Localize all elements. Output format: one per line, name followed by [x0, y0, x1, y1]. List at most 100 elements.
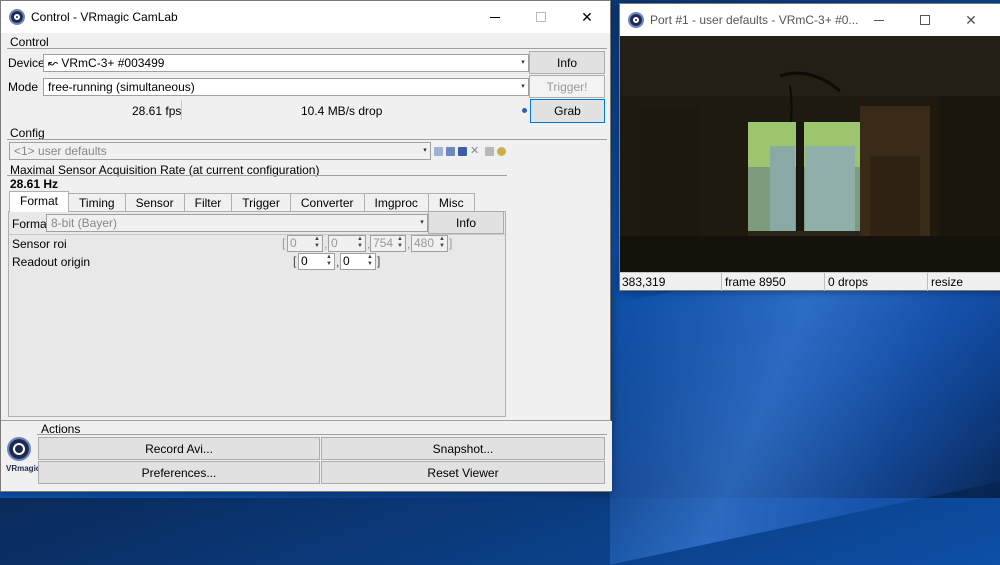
- device-info-button[interactable]: Info: [529, 51, 605, 74]
- divider: [927, 273, 928, 291]
- spin-arrows-icon: ▲ ▼: [357, 236, 363, 249]
- origin-y-value: 0: [343, 254, 350, 268]
- tab-timing[interactable]: Timing: [68, 193, 126, 212]
- rate-value: 28.61 Hz: [10, 177, 59, 191]
- origin-y-spinbox[interactable]: 0 ▲ ▼: [340, 253, 376, 270]
- edit-config-icon[interactable]: [485, 147, 494, 156]
- apply-config-icon[interactable]: [497, 147, 506, 156]
- format-value: 8-bit (Bayer): [51, 216, 118, 230]
- port-titlebar[interactable]: Port #1 - user defaults - VRmC-3+ #0... …: [620, 4, 1000, 36]
- preferences-button[interactable]: Preferences...: [38, 461, 320, 484]
- separator-comma: ,: [407, 237, 411, 251]
- mode-select[interactable]: free-running (simultaneous) ▾: [43, 78, 529, 96]
- maximize-button: [518, 1, 564, 33]
- device-value: ↜ VRmC-3+ #003499: [48, 56, 165, 70]
- tab-sensor[interactable]: Sensor: [124, 193, 185, 212]
- origin-x-value: 0: [301, 254, 308, 268]
- spin-arrows-icon: ▲ ▼: [314, 236, 320, 249]
- maximize-button[interactable]: [902, 4, 948, 36]
- origin-x-spinbox[interactable]: 0 ▲ ▼: [298, 253, 335, 270]
- roi-width-spinbox: 754 ▲ ▼: [370, 235, 406, 252]
- close-icon: ✕: [581, 8, 593, 25]
- control-window: Control - VRmagic CamLab ✕ Control Devic…: [0, 0, 612, 492]
- close-button[interactable]: ✕: [948, 4, 994, 36]
- tab-trigger[interactable]: Trigger: [231, 193, 291, 212]
- divider: [1, 420, 611, 421]
- save-config-icon[interactable]: [458, 147, 467, 156]
- divider: [7, 48, 607, 49]
- throughput-readout: 10.4 MB/s drop: [301, 104, 383, 118]
- trigger-button: Trigger!: [529, 75, 605, 98]
- delete-config-icon[interactable]: ✕: [470, 144, 479, 157]
- resize-toggle[interactable]: resize: [931, 275, 963, 289]
- control-titlebar[interactable]: Control - VRmagic CamLab ✕: [1, 1, 610, 33]
- format-info-button[interactable]: Info: [428, 211, 504, 234]
- window-title: Control - VRmagic CamLab: [31, 10, 178, 24]
- spin-arrows-icon[interactable]: ▲ ▼: [324, 254, 334, 269]
- tab-converter[interactable]: Converter: [289, 193, 365, 212]
- camera-frame-image: [620, 36, 1000, 272]
- dropdown-arrow-icon: ▾: [521, 59, 525, 66]
- device-select[interactable]: ↜ VRmC-3+ #003499 ▾: [43, 54, 529, 72]
- roi-height-value: 480: [414, 236, 435, 250]
- divider: [7, 139, 607, 140]
- copy-config-icon[interactable]: [434, 147, 443, 156]
- divider: [181, 100, 182, 120]
- roi-width-value: 754: [373, 236, 394, 250]
- fps-readout: 28.61 fps: [132, 104, 182, 118]
- drop-counter: 0 drops: [828, 275, 869, 289]
- cursor-coords: 383,319: [622, 275, 666, 289]
- config-group-label: Config: [10, 126, 45, 140]
- minimize-icon: [874, 19, 884, 21]
- divider: [37, 434, 607, 435]
- bracket-close: ]: [377, 254, 381, 268]
- config-tabs: Format Timing Sensor Filter Trigger Conv…: [9, 191, 475, 212]
- record-avi-button[interactable]: Record Avi...: [38, 437, 320, 460]
- minimize-icon: [490, 16, 500, 18]
- divider: [7, 175, 507, 176]
- spin-arrows-icon: ▲ ▼: [397, 236, 403, 249]
- config-value: <1> user defaults: [14, 144, 107, 158]
- roi-x-spinbox: 0 ▲ ▼: [287, 235, 323, 252]
- tab-imgproc[interactable]: Imgproc: [363, 193, 429, 212]
- camlab-app-icon: [9, 9, 25, 25]
- vrmagic-logo-text: VRmagic: [6, 464, 41, 473]
- vrmagic-logo-icon: [7, 437, 31, 461]
- config-select: <1> user defaults ▾: [9, 142, 431, 160]
- spin-arrows-icon: ▲ ▼: [439, 236, 445, 249]
- tab-misc[interactable]: Misc: [427, 193, 475, 212]
- bracket-close: ]: [449, 236, 453, 250]
- dropdown-arrow-icon: ▾: [420, 219, 424, 226]
- readout-origin-label: Readout origin: [12, 255, 91, 269]
- spin-arrows-icon[interactable]: ▲ ▼: [365, 254, 375, 269]
- bracket-open: [: [293, 254, 297, 268]
- roi-height-spinbox: 480 ▲ ▼: [411, 235, 448, 252]
- close-button[interactable]: ✕: [564, 1, 610, 33]
- format-select: 8-bit (Bayer) ▾: [46, 214, 428, 232]
- grab-status-icon: [522, 108, 527, 113]
- roi-x-value: 0: [290, 236, 297, 250]
- mode-value: free-running (simultaneous): [48, 80, 195, 94]
- minimize-button[interactable]: [472, 1, 518, 33]
- separator-comma: ,: [324, 237, 328, 251]
- camera-live-view[interactable]: [620, 36, 1000, 272]
- snapshot-button[interactable]: Snapshot...: [321, 437, 605, 460]
- control-group-label: Control: [10, 35, 49, 49]
- close-icon: ✕: [965, 11, 977, 28]
- tab-format[interactable]: Format: [9, 191, 70, 212]
- divider: [721, 273, 722, 291]
- maximize-icon: [536, 12, 546, 22]
- tab-filter[interactable]: Filter: [183, 193, 233, 212]
- frame-counter: frame 8950: [725, 275, 786, 289]
- format-label: Format: [12, 217, 51, 231]
- grab-button[interactable]: Grab: [530, 99, 605, 123]
- divider: [824, 273, 825, 291]
- maximize-icon: [920, 15, 930, 25]
- device-label: Device: [8, 56, 45, 70]
- minimize-button[interactable]: [856, 4, 902, 36]
- reset-viewer-button[interactable]: Reset Viewer: [321, 461, 605, 484]
- dropdown-arrow-icon: ▾: [423, 147, 427, 154]
- roi-y-value: 0: [331, 236, 338, 250]
- port-statusbar: 383,319 frame 8950 0 drops resize: [620, 272, 1000, 291]
- load-config-icon[interactable]: [446, 147, 455, 156]
